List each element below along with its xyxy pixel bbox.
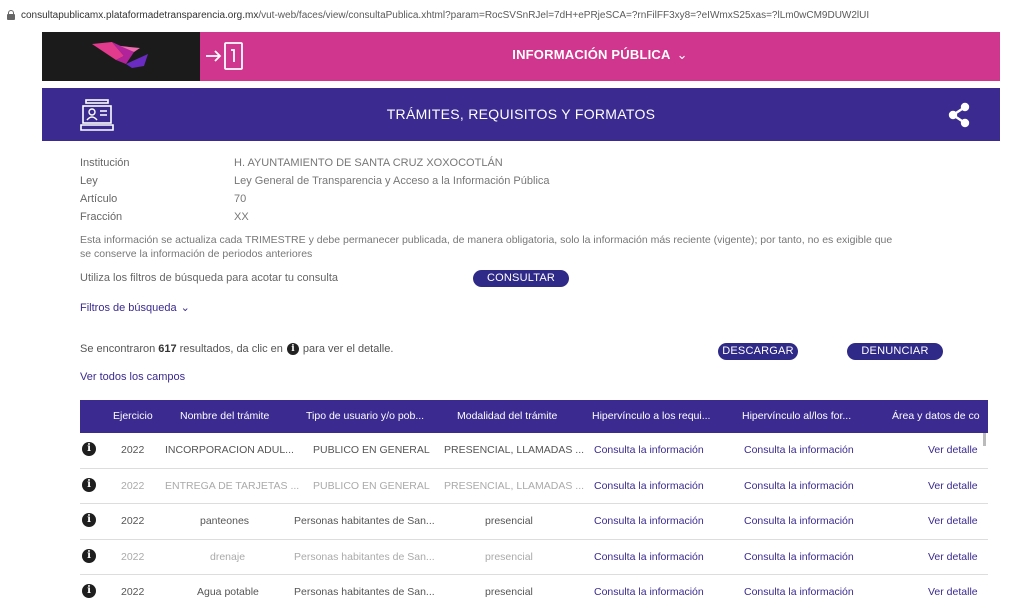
meta-row-articulo: Artículo 70 bbox=[80, 190, 550, 208]
meta-value: XX bbox=[234, 211, 249, 223]
top-header: INFORMACIÓN PÚBLICA ⌄ bbox=[42, 32, 1000, 81]
meta-key: Ley bbox=[80, 175, 98, 187]
meta-value: Ley General de Transparencia y Acceso a … bbox=[234, 175, 550, 187]
informacion-publica-menu[interactable]: INFORMACIÓN PÚBLICA ⌄ bbox=[200, 47, 1000, 63]
cell-hipervinculo-formatos[interactable]: Consulta la información bbox=[744, 444, 854, 456]
filters-hint: Utiliza los filtros de búsqueda para aco… bbox=[80, 272, 339, 284]
url-path: /vut-web/faces/view/consultaPublica.xhtm… bbox=[258, 9, 870, 21]
cell-modalidad: presencial bbox=[485, 515, 533, 527]
cell-ejercicio: 2022 bbox=[121, 515, 145, 527]
meta-row-ley: Ley Ley General de Transparencia y Acces… bbox=[80, 172, 550, 190]
cell-tipo: PUBLICO EN GENERAL bbox=[313, 444, 430, 456]
cell-ver-detalle[interactable]: Ver detalle bbox=[928, 515, 978, 527]
meta-key: Artículo bbox=[80, 193, 118, 205]
results-prefix: Se encontraron bbox=[80, 343, 156, 355]
info-icon[interactable]: i bbox=[82, 477, 96, 492]
cell-tipo: Personas habitantes de San... bbox=[294, 586, 435, 598]
cell-hipervinculo-requisitos[interactable]: Consulta la información bbox=[594, 480, 704, 492]
cell-ver-detalle[interactable]: Ver detalle bbox=[928, 551, 978, 563]
meta-value: H. AYUNTAMIENTO DE SANTA CRUZ XOXOCOTLÁN bbox=[234, 157, 503, 169]
cell-modalidad: PRESENCIAL, LLAMADAS ... bbox=[444, 444, 585, 456]
cell-nombre: INCORPORACION ADUL... bbox=[165, 444, 294, 456]
update-notice: Esta información se actualiza cada TRIME… bbox=[80, 234, 893, 260]
address-bar[interactable]: consultapublicamx.plataformadetransparen… bbox=[0, 0, 1021, 30]
cell-modalidad: presencial bbox=[485, 550, 533, 563]
consultar-button[interactable]: CONSULTAR bbox=[473, 270, 569, 287]
chevron-down-icon: ⌄ bbox=[676, 47, 688, 62]
table-row: i 2022 Agua potable Personas habitantes … bbox=[80, 575, 988, 602]
column-header-ejercicio[interactable]: Ejercicio bbox=[113, 410, 153, 422]
chevron-down-icon: ⌄ bbox=[180, 302, 190, 314]
metadata-list: Institución H. AYUNTAMIENTO DE SANTA CRU… bbox=[80, 154, 550, 226]
cell-tipo: Personas habitantes de San... bbox=[294, 515, 435, 527]
cell-hipervinculo-requisitos[interactable]: Consulta la información bbox=[594, 586, 704, 598]
cell-hipervinculo-requisitos[interactable]: Consulta la información bbox=[594, 551, 704, 563]
meta-value: 70 bbox=[234, 193, 247, 205]
column-header-nombre[interactable]: Nombre del trámite bbox=[180, 410, 269, 422]
cell-ejercicio: 2022 bbox=[121, 550, 145, 563]
info-icon[interactable]: i bbox=[82, 513, 96, 527]
descargar-button[interactable]: DESCARGAR bbox=[718, 343, 798, 360]
cell-hipervinculo-formatos[interactable]: Consulta la información bbox=[744, 515, 854, 527]
section-header: TRÁMITES, REQUISITOS Y FORMATOS bbox=[42, 88, 1000, 141]
cell-modalidad: presencial bbox=[485, 586, 533, 598]
column-header-area[interactable]: Área y datos de co bbox=[892, 410, 980, 422]
cell-ver-detalle[interactable]: Ver detalle bbox=[928, 586, 978, 598]
table-row: i 2022 drenaje Personas habitantes de Sa… bbox=[80, 540, 988, 575]
info-icon[interactable]: i bbox=[82, 584, 96, 598]
results-middle: resultados, da clic en bbox=[179, 343, 283, 355]
table-scrollbar[interactable] bbox=[983, 433, 986, 446]
cell-ejercicio: 2022 bbox=[121, 586, 145, 598]
url-domain: consultapublicamx.plataformadetransparen… bbox=[21, 9, 259, 21]
cell-ejercicio: 2022 bbox=[121, 479, 145, 492]
cell-ver-detalle[interactable]: Ver detalle bbox=[928, 480, 978, 492]
info-icon: i bbox=[286, 343, 299, 355]
pnt-logo-icon bbox=[92, 42, 148, 68]
cell-modalidad: PRESENCIAL, LLAMADAS ... bbox=[444, 479, 585, 492]
column-header-hipervinculo-requisitos[interactable]: Hipervínculo a los requi... bbox=[592, 410, 710, 422]
main-menu-bar: INFORMACIÓN PÚBLICA ⌄ bbox=[200, 32, 1000, 81]
table-row: i 2022 panteones Personas habitantes de … bbox=[80, 504, 988, 540]
table-header: Ejercicio Nombre del trámite Tipo de usu… bbox=[80, 400, 988, 433]
section-title: TRÁMITES, REQUISITOS Y FORMATOS bbox=[386, 106, 656, 122]
menu-label: INFORMACIÓN PÚBLICA bbox=[512, 47, 671, 62]
filtros-busqueda-toggle[interactable]: Filtros de búsqueda ⌄ bbox=[80, 301, 190, 314]
cell-hipervinculo-requisitos[interactable]: Consulta la información bbox=[594, 444, 704, 456]
cell-nombre: ENTREGA DE TARJETAS ... bbox=[165, 479, 300, 492]
meta-key: Institución bbox=[80, 157, 130, 169]
cell-nombre: panteones bbox=[200, 515, 250, 527]
info-icon[interactable]: i bbox=[82, 548, 96, 563]
cell-nombre: Agua potable bbox=[197, 586, 259, 598]
cell-tipo: Personas habitantes de San... bbox=[294, 550, 435, 563]
table-row: i 2022 INCORPORACION ADUL... PUBLICO EN … bbox=[80, 433, 988, 469]
denunciar-button[interactable]: DENUNCIAR bbox=[847, 343, 943, 360]
ver-todos-los-campos-link[interactable]: Ver todos los campos bbox=[80, 371, 185, 383]
meta-row-institucion: Institución H. AYUNTAMIENTO DE SANTA CRU… bbox=[80, 154, 550, 172]
results-count: 617 bbox=[158, 343, 177, 355]
table-row: i 2022 ENTREGA DE TARJETAS ... PUBLICO E… bbox=[80, 469, 988, 504]
meta-row-fraccion: Fracción XX bbox=[80, 208, 550, 226]
column-header-tipo-usuario[interactable]: Tipo de usuario y/o pob... bbox=[306, 410, 424, 422]
column-header-hipervinculo-formatos[interactable]: Hipervínculo al/los for... bbox=[742, 410, 851, 422]
meta-key: Fracción bbox=[80, 211, 123, 223]
share-icon[interactable] bbox=[946, 102, 972, 128]
logo-box[interactable] bbox=[42, 32, 200, 81]
filtros-label: Filtros de búsqueda bbox=[80, 302, 177, 314]
cell-hipervinculo-formatos[interactable]: Consulta la información bbox=[744, 586, 854, 598]
cell-hipervinculo-formatos[interactable]: Consulta la información bbox=[744, 480, 854, 492]
cell-hipervinculo-formatos[interactable]: Consulta la información bbox=[744, 551, 854, 563]
cell-ejercicio: 2022 bbox=[121, 444, 145, 456]
column-header-modalidad[interactable]: Modalidad del trámite bbox=[457, 410, 557, 422]
cell-tipo: PUBLICO EN GENERAL bbox=[313, 479, 430, 492]
lock-icon bbox=[7, 10, 15, 20]
cell-nombre: drenaje bbox=[210, 550, 246, 563]
results-table: Ejercicio Nombre del trámite Tipo de usu… bbox=[80, 400, 988, 602]
results-summary: Se encontraron 617 resultados, da clic e… bbox=[80, 343, 393, 355]
cell-ver-detalle[interactable]: Ver detalle bbox=[928, 444, 978, 456]
info-icon[interactable]: i bbox=[82, 442, 96, 456]
results-suffix: para ver el detalle. bbox=[302, 343, 394, 355]
cell-hipervinculo-requisitos[interactable]: Consulta la información bbox=[594, 515, 704, 527]
